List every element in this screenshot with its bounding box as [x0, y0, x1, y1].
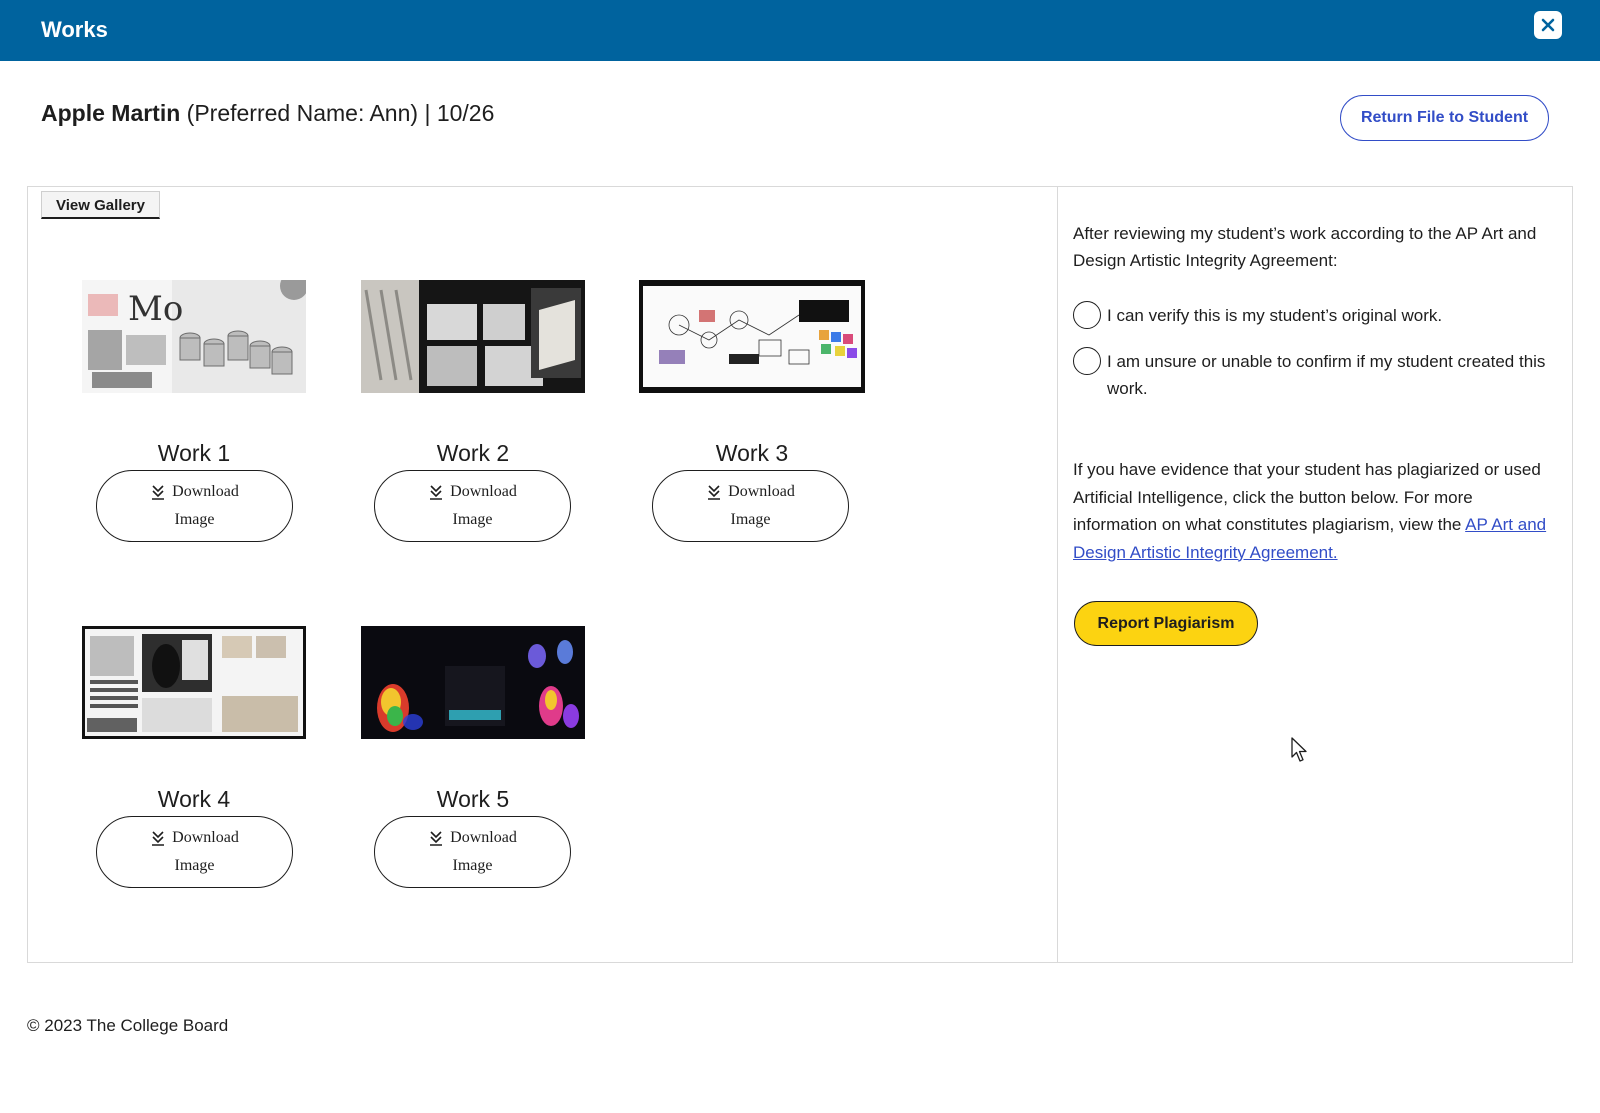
work-3-label: Work 3 [715, 440, 789, 466]
work-4-label: Work 4 [157, 786, 231, 812]
report-plagiarism-button[interactable]: Report Plagiarism [1074, 601, 1258, 646]
work-5-label: Work 5 [436, 786, 510, 812]
review-intro: After reviewing my student’s work accord… [1073, 224, 1537, 270]
work-2-thumbnail[interactable] [361, 280, 585, 393]
student-name: Apple Martin [41, 100, 181, 126]
work-2-download-button[interactable]: Download Image [374, 470, 571, 542]
heading-separator: | [424, 100, 431, 126]
svg-text:Mo: Mo [128, 289, 183, 329]
work-5-download-button[interactable]: Download Image [374, 816, 571, 888]
return-file-button[interactable]: Return File to Student [1340, 95, 1549, 141]
plagiarism-evidence-text: If you have evidence that your student h… [1073, 456, 1558, 566]
work-4-download-button[interactable]: Download Image [96, 816, 293, 888]
work-3-thumbnail[interactable] [639, 280, 865, 393]
student-heading: Apple Martin (Preferred Name: Ann) | 10/… [41, 100, 494, 127]
work-3-download-button[interactable]: Download Image [652, 470, 849, 542]
download-label: Download [172, 483, 239, 500]
mouse-cursor-icon [1291, 737, 1307, 762]
download-icon [708, 485, 721, 500]
preferred-name: (Preferred Name: Ann) [186, 100, 419, 126]
work-5-thumbnail[interactable] [361, 626, 585, 739]
unsure-radio[interactable] [1073, 347, 1101, 375]
download-label-2: Image [174, 857, 215, 874]
unsure-label: I am unsure or unable to confirm if my s… [1107, 352, 1546, 398]
close-button[interactable] [1534, 11, 1562, 39]
download-icon [152, 831, 165, 846]
title-bar: Works [0, 0, 1600, 61]
unsure-option[interactable]: I am unsure or unable to confirm if my s… [1073, 347, 1553, 402]
verify-radio[interactable] [1073, 301, 1101, 329]
work-1-thumbnail[interactable]: Mo [82, 280, 306, 393]
download-label-2: Image [452, 857, 493, 874]
download-icon [430, 831, 443, 846]
view-gallery-tab[interactable]: View Gallery [41, 191, 160, 219]
verify-original-option[interactable]: I can verify this is my student’s origin… [1073, 301, 1443, 329]
work-progress: 10/26 [436, 100, 495, 126]
close-icon [1541, 18, 1555, 32]
download-label: Download [172, 829, 239, 846]
work-4-thumbnail[interactable] [82, 626, 306, 739]
download-label: Download [450, 829, 517, 846]
download-icon [430, 485, 443, 500]
download-label-2: Image [174, 511, 215, 528]
download-label-2: Image [730, 511, 771, 528]
download-label: Download [450, 483, 517, 500]
footer-copyright: © 2023 The College Board [27, 1016, 229, 1035]
download-icon [152, 485, 165, 500]
work-2-label: Work 2 [436, 440, 510, 466]
work-1-label: Work 1 [157, 440, 231, 466]
download-label-2: Image [452, 511, 493, 528]
panel-divider [1057, 186, 1058, 963]
window-title: Works [41, 17, 108, 42]
work-1-download-button[interactable]: Download Image [96, 470, 293, 542]
download-label: Download [728, 483, 795, 500]
verify-label: I can verify this is my student’s origin… [1107, 306, 1443, 325]
